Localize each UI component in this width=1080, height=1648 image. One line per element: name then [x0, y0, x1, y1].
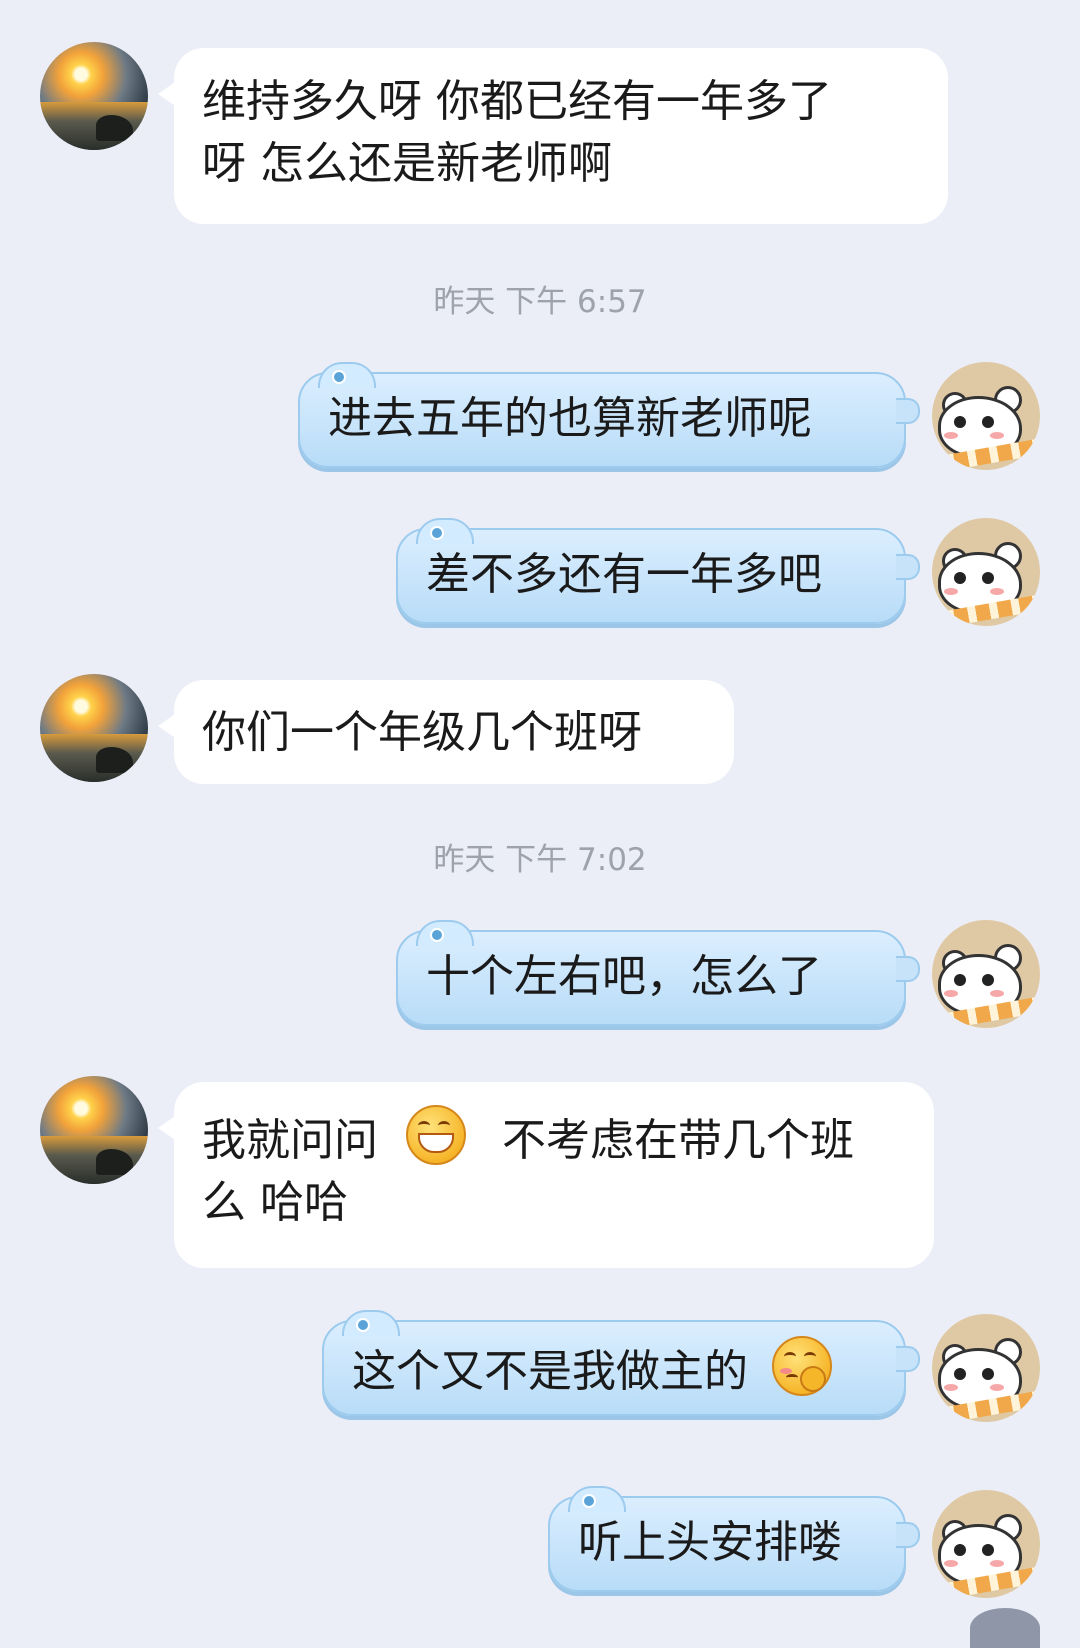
message-text: 不考虑在带几个班: [502, 1115, 854, 1166]
user-avatar[interactable]: [932, 518, 1040, 626]
timestamp: 昨天 下午 7:02: [433, 842, 647, 878]
user-avatar[interactable]: [932, 1314, 1040, 1422]
message-text: 么 哈哈: [202, 1177, 348, 1228]
message-bubble-sent[interactable]: 听上头安排喽: [548, 1486, 920, 1592]
message-bubble-received[interactable]: 我就问问 不考虑在带几个班 么 哈哈: [158, 1082, 934, 1268]
user-avatar[interactable]: [932, 1490, 1040, 1598]
message-bubble-received[interactable]: 你们一个年级几个班呀: [158, 680, 734, 784]
message-text: 十个左右吧，怎么了: [426, 951, 822, 1002]
message-text: 这个又不是我做主的: [352, 1346, 748, 1397]
message-bubble-sent[interactable]: 这个又不是我做主的: [322, 1310, 920, 1416]
user-avatar[interactable]: [932, 920, 1040, 1028]
message-text: 听上头安排喽: [578, 1517, 842, 1568]
message-text: 进去五年的也算新老师呢: [328, 393, 812, 444]
contact-avatar[interactable]: [40, 42, 148, 150]
contact-avatar[interactable]: [40, 674, 148, 782]
message-bubble-sent[interactable]: 进去五年的也算新老师呢: [298, 362, 920, 468]
scroll-indicator[interactable]: [970, 1608, 1040, 1648]
message-text: 你们一个年级几个班呀: [202, 707, 642, 758]
message-text: 差不多还有一年多吧: [426, 549, 822, 600]
message-text: 我就问问: [202, 1115, 378, 1166]
message-bubble-received[interactable]: 维持多久呀 你都已经有一年多了 呀 怎么还是新老师啊: [158, 48, 948, 224]
message-text: 维持多久呀 你都已经有一年多了: [202, 76, 832, 127]
message-bubble-sent[interactable]: 差不多还有一年多吧: [396, 518, 920, 624]
user-avatar[interactable]: [932, 362, 1040, 470]
message-text: 呀 怎么还是新老师啊: [202, 138, 612, 189]
contact-avatar[interactable]: [40, 1076, 148, 1184]
shy-emoji-icon: [772, 1336, 832, 1396]
timestamp: 昨天 下午 6:57: [433, 284, 647, 320]
grinning-emoji-icon: [406, 1105, 466, 1165]
message-bubble-sent[interactable]: 十个左右吧，怎么了: [396, 920, 920, 1026]
